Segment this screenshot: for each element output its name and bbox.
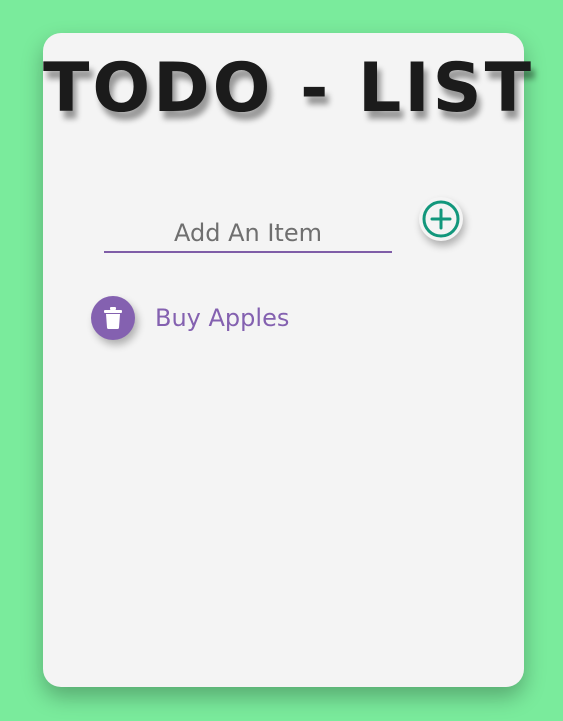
item-label: Buy Apples <box>155 304 290 332</box>
todo-card: TODO - LIST Buy Apples <box>43 33 535 687</box>
add-item-field <box>104 209 392 253</box>
list-item: Buy Apples <box>91 296 289 340</box>
delete-item-button[interactable] <box>91 296 135 340</box>
add-item-input[interactable] <box>104 209 392 251</box>
plus-circle-icon <box>422 200 460 238</box>
page-title: TODO - LIST <box>43 49 535 128</box>
add-item-button[interactable] <box>419 197 463 241</box>
trash-icon <box>104 307 122 329</box>
todo-list: Buy Apples <box>91 296 289 340</box>
